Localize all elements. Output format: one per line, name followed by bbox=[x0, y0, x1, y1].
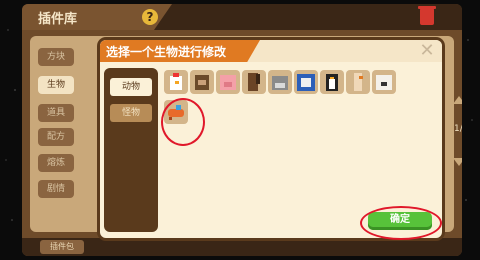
creature-grid bbox=[162, 68, 436, 208]
horse-icon bbox=[248, 73, 260, 91]
sheep-icon bbox=[297, 74, 315, 91]
side-tab-blocks[interactable]: 方块 bbox=[38, 48, 74, 66]
category-tab-animals[interactable]: 动物 bbox=[110, 78, 152, 96]
scroll-up-icon[interactable] bbox=[453, 96, 462, 104]
bottom-bar bbox=[22, 238, 462, 256]
close-icon[interactable]: ✕ bbox=[418, 42, 436, 60]
ostrich-icon bbox=[354, 73, 363, 91]
page-title: 插件库 bbox=[38, 12, 78, 27]
wolf-icon bbox=[272, 76, 288, 90]
side-tab-smelting[interactable]: 熔炼 bbox=[38, 154, 74, 172]
creature-tile-polar-bear[interactable] bbox=[372, 70, 396, 94]
page-indicator: 1/ bbox=[454, 124, 462, 134]
side-tab-items[interactable]: 道具 bbox=[38, 104, 74, 122]
dialog-title: 选择一个生物进行修改 bbox=[106, 45, 227, 59]
creature-tile-chicken[interactable] bbox=[164, 70, 188, 94]
creature-tile-penguin[interactable] bbox=[320, 70, 344, 94]
creature-tile-wolf[interactable] bbox=[268, 70, 292, 94]
highlight-circle-creature bbox=[161, 98, 205, 146]
side-tab-creatures[interactable]: 生物 bbox=[38, 76, 74, 94]
plugin-pack-button[interactable]: 插件包 bbox=[40, 240, 84, 254]
creature-tile-sheep[interactable] bbox=[294, 70, 318, 94]
trash-icon[interactable] bbox=[418, 6, 436, 25]
side-tab-story[interactable]: 剧情 bbox=[38, 180, 74, 198]
category-tab-monsters[interactable]: 怪物 bbox=[110, 104, 152, 122]
highlight-circle-confirm bbox=[360, 206, 442, 240]
help-icon[interactable]: ? bbox=[142, 9, 158, 25]
creature-tile-bear[interactable] bbox=[190, 70, 214, 94]
side-tab-recipes[interactable]: 配方 bbox=[38, 128, 74, 146]
plugin-library-header: 插件库 ? bbox=[22, 4, 462, 30]
creature-select-dialog: 选择一个生物进行修改 ✕ 动物 怪物 确定 bbox=[100, 40, 442, 240]
dialog-header: 选择一个生物进行修改 ✕ bbox=[100, 40, 442, 62]
pig-icon bbox=[220, 75, 236, 90]
creature-tile-ostrich[interactable] bbox=[346, 70, 370, 94]
bear-icon bbox=[195, 75, 209, 90]
category-panel: 动物 怪物 bbox=[104, 68, 158, 232]
game-window: 插件库 ? 方块 生物 道具 配方 熔炼 剧情 1/ 插件包 选择一个生物进行修… bbox=[22, 4, 462, 256]
chicken-icon bbox=[170, 73, 182, 90]
penguin-icon bbox=[326, 74, 338, 91]
scroll-down-icon[interactable] bbox=[453, 158, 462, 166]
polar-bear-icon bbox=[376, 75, 392, 90]
creature-tile-pig[interactable] bbox=[216, 70, 240, 94]
creature-tile-horse[interactable] bbox=[242, 70, 266, 94]
